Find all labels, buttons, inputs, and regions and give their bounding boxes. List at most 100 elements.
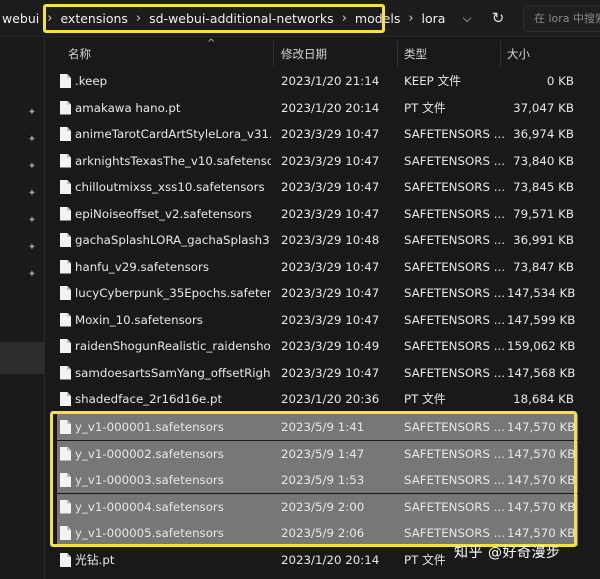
search-input[interactable]: 在 lora 中搜索 xyxy=(523,5,600,32)
file-size: 147,599 KB xyxy=(507,312,576,327)
file-type: PT 文件 xyxy=(404,392,446,406)
file-icon xyxy=(60,473,71,487)
navigation-pane[interactable]: ✦ ✦ ✦ ✦ ✦ ✦ ✦ xyxy=(0,37,44,579)
column-header-row: ^ 名称 修改日期 类型 大小 xyxy=(45,37,600,67)
file-type: SAFETENSORS ... xyxy=(404,259,505,274)
file-icon xyxy=(60,446,71,461)
file-icon xyxy=(60,365,71,380)
file-date: 2023/1/20 20:36 xyxy=(281,392,380,406)
breadcrumb-webui[interactable]: webui xyxy=(0,11,43,26)
file-icon xyxy=(60,553,71,567)
refresh-icon[interactable]: ↻ xyxy=(488,8,508,28)
breadcrumb-separator-icon[interactable]: › xyxy=(132,11,145,26)
column-header-size[interactable]: 大小 xyxy=(507,37,530,67)
column-header-date[interactable]: 修改日期 xyxy=(281,37,327,67)
file-icon xyxy=(60,233,71,247)
file-type: SAFETENSORS ... xyxy=(404,473,505,487)
file-row[interactable]: amakawa hano.pt 2023/1/20 20:14 PT 文件 37… xyxy=(57,95,578,121)
pane-splitter[interactable] xyxy=(44,37,45,579)
file-date: 2023/5/9 1:53 xyxy=(281,473,365,487)
file-date: 2023/5/9 1:47 xyxy=(281,446,365,461)
file-icon xyxy=(60,420,71,434)
file-name: lucyCyberpunk_35Epochs.safetensors xyxy=(75,286,271,300)
file-size: 0 KB xyxy=(546,74,574,88)
file-date: 2023/3/29 10:47 xyxy=(281,127,380,141)
breadcrumb-extensions[interactable]: extensions xyxy=(56,11,131,26)
file-row[interactable]: epiNoiseoffset_v2.safetensors 2023/3/29 … xyxy=(57,201,578,227)
file-type: SAFETENSORS ... xyxy=(404,180,505,194)
file-row[interactable]: raidenShogunRealistic_raidenshogun... 20… xyxy=(57,333,578,359)
file-row-selected[interactable]: y_v1-000001.safetensors 2023/5/9 1:41 SA… xyxy=(57,414,578,440)
file-icon xyxy=(60,526,71,540)
file-icon xyxy=(60,259,71,274)
file-type: SAFETENSORS ... xyxy=(404,420,505,434)
file-row[interactable]: Moxin_10.safetensors 2023/3/29 10:47 SAF… xyxy=(57,307,578,333)
nav-selected-item[interactable] xyxy=(0,342,44,374)
file-row[interactable]: animeTarotCardArtStyleLora_v31.safe... 2… xyxy=(57,121,578,147)
file-name: hanfu_v29.safetensors xyxy=(75,259,209,274)
breadcrumb[interactable]: webui › extensions › sd-webui-additional… xyxy=(0,5,449,32)
pin-icon: ✦ xyxy=(27,134,37,145)
file-type: SAFETENSORS ... xyxy=(404,446,505,461)
file-icon xyxy=(60,180,71,194)
file-size: 73,845 KB xyxy=(513,180,574,194)
file-icon xyxy=(60,74,71,88)
file-size: 36,974 KB xyxy=(513,127,574,141)
breadcrumb-separator-icon[interactable]: › xyxy=(338,11,351,26)
breadcrumb-models[interactable]: models xyxy=(351,11,404,26)
breadcrumb-separator-icon[interactable]: › xyxy=(404,11,417,26)
file-row[interactable]: shadedface_2r16d16e.pt 2023/1/20 20:36 P… xyxy=(57,386,578,412)
file-size: 73,840 KB xyxy=(513,153,574,168)
file-date: 2023/3/29 10:47 xyxy=(281,259,380,274)
file-size: 147,534 KB xyxy=(507,286,576,300)
column-header-name[interactable]: 名称 xyxy=(68,37,91,67)
breadcrumb-separator-icon[interactable]: › xyxy=(43,11,56,26)
file-type: SAFETENSORS ... xyxy=(404,499,505,514)
column-divider[interactable] xyxy=(397,41,398,67)
pin-icon: ✦ xyxy=(27,215,37,226)
pin-icon: ✦ xyxy=(27,161,37,172)
file-name: animeTarotCardArtStyleLora_v31.safe... xyxy=(75,127,271,141)
file-row[interactable]: samdoesartsSamYang_offsetRightFile... 20… xyxy=(57,360,578,386)
address-bar: webui › extensions › sd-webui-additional… xyxy=(0,0,600,37)
file-row-selected[interactable]: y_v1-000003.safetensors 2023/5/9 1:53 SA… xyxy=(57,467,578,493)
file-name: amakawa hano.pt xyxy=(75,100,181,115)
file-size: 159,062 KB xyxy=(507,339,576,353)
pin-icon: ✦ xyxy=(27,107,37,118)
file-name: chilloutmixss_xss10.safetensors xyxy=(75,180,265,194)
file-row[interactable]: arknightsTexasThe_v10.safetensors 2023/3… xyxy=(57,148,578,174)
breadcrumb-lora[interactable]: lora xyxy=(418,11,450,26)
file-name: y_v1-000003.safetensors xyxy=(75,473,224,487)
file-icon xyxy=(60,100,71,115)
column-divider[interactable] xyxy=(273,41,274,67)
file-row[interactable]: gachaSplashLORA_gachaSplash31.saf... 202… xyxy=(57,227,578,253)
column-header-type[interactable]: 类型 xyxy=(404,37,427,67)
file-date: 2023/3/29 10:48 xyxy=(281,233,380,247)
file-size: 147,570 KB xyxy=(507,446,576,461)
file-name: 光钻.pt xyxy=(75,553,115,567)
watermark: 知乎 @好奇漫步 xyxy=(454,545,561,561)
file-row-selected[interactable]: y_v1-000002.safetensors 2023/5/9 1:47 SA… xyxy=(57,440,578,467)
file-name: y_v1-000001.safetensors xyxy=(75,420,224,434)
file-date: 2023/3/29 10:47 xyxy=(281,206,380,221)
file-row[interactable]: .keep 2023/1/20 21:14 KEEP 文件 0 KB xyxy=(57,68,578,94)
address-dropdown-chevron-icon[interactable]: ⌵ xyxy=(458,9,476,27)
file-row[interactable]: chilloutmixss_xss10.safetensors 2023/3/2… xyxy=(57,174,578,200)
file-type: SAFETENSORS ... xyxy=(404,286,505,300)
file-type: SAFETENSORS ... xyxy=(404,365,505,380)
breadcrumb-sd-webui-additional-networks[interactable]: sd-webui-additional-networks xyxy=(145,11,338,26)
column-divider[interactable] xyxy=(500,41,501,67)
sort-ascending-icon: ^ xyxy=(207,38,216,49)
file-size: 37,047 KB xyxy=(513,100,574,115)
file-date: 2023/3/29 10:47 xyxy=(281,286,380,300)
file-row-selected[interactable]: y_v1-000004.safetensors 2023/5/9 2:00 SA… xyxy=(57,493,578,520)
file-row[interactable]: hanfu_v29.safetensors 2023/3/29 10:47 SA… xyxy=(57,254,578,280)
file-row[interactable]: lucyCyberpunk_35Epochs.safetensors 2023/… xyxy=(57,280,578,306)
file-name: raidenShogunRealistic_raidenshogun... xyxy=(75,339,271,353)
file-icon xyxy=(60,153,71,168)
file-name: arknightsTexasThe_v10.safetensors xyxy=(75,153,271,168)
file-name: shadedface_2r16d16e.pt xyxy=(75,392,223,406)
file-size: 147,570 KB xyxy=(507,499,576,514)
file-date: 2023/3/29 10:47 xyxy=(281,365,380,380)
file-date: 2023/5/9 1:41 xyxy=(281,420,365,434)
